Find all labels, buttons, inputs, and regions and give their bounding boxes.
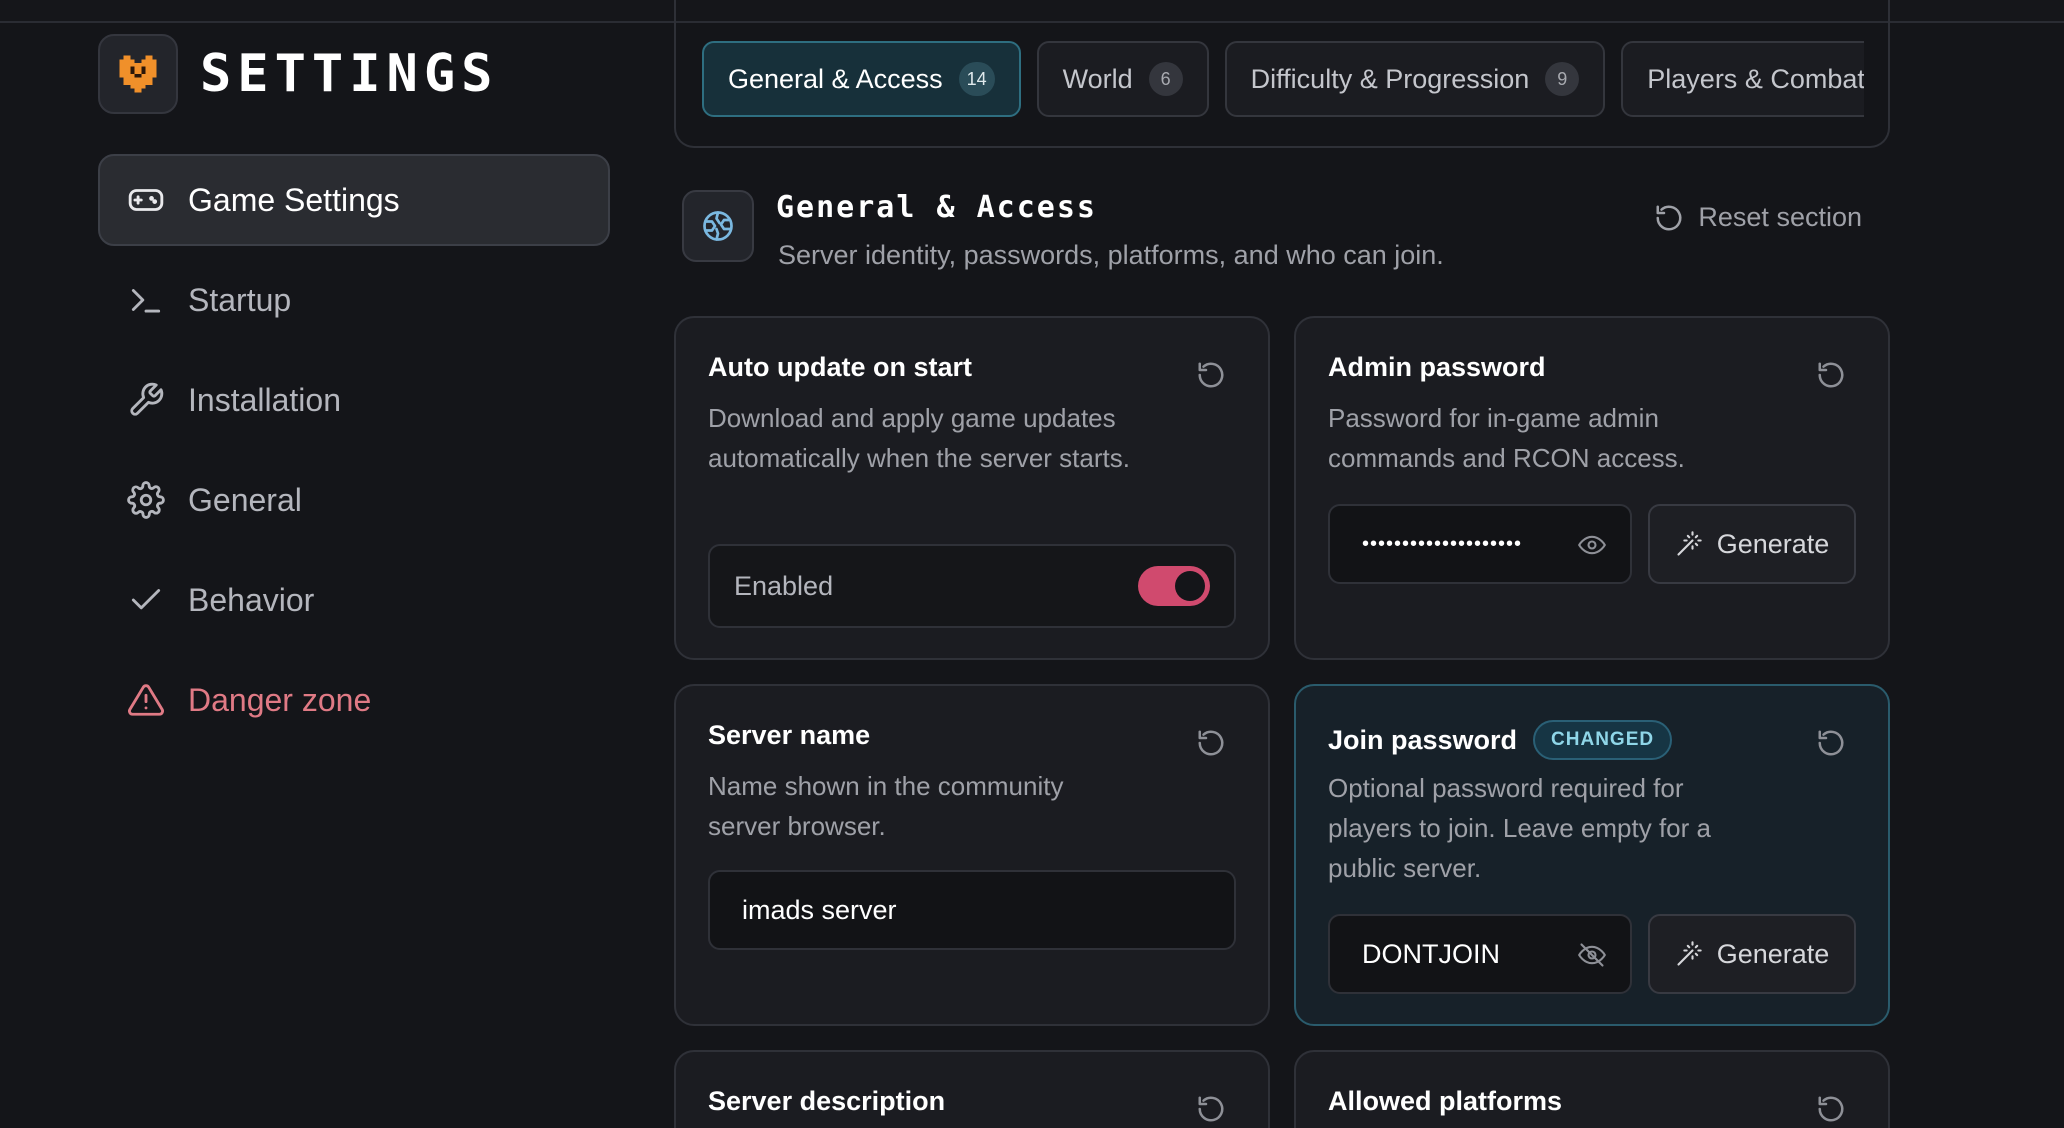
admin-password-card: Admin password Password for in-game admi… [1294, 316, 1890, 660]
sidebar-item-game-settings[interactable]: Game Settings [98, 154, 610, 246]
reset-icon[interactable] [1196, 360, 1226, 390]
tab-bar: General & Access 14 World 6 Difficulty &… [674, 0, 1890, 148]
wrench-icon [126, 380, 166, 420]
card-description: Name shown in the community server brows… [708, 771, 1064, 841]
sidebar-item-danger-zone[interactable]: Danger zone [98, 654, 610, 746]
magic-wand-icon [1677, 531, 1702, 556]
tab-label: Players & Combat [1647, 63, 1864, 94]
card-title: Server name [708, 720, 871, 750]
reset-section-label: Reset section [1698, 202, 1862, 232]
magic-wand-icon [1677, 941, 1702, 966]
reset-icon[interactable] [1816, 728, 1846, 758]
auto-update-card: Auto update on start Download and apply … [674, 316, 1270, 660]
page-title: SETTINGS [200, 44, 499, 104]
toggle-label: Enabled [734, 570, 834, 601]
card-title: Auto update on start [708, 352, 972, 382]
globe-icon [682, 190, 754, 262]
sidebar-item-label: Game Settings [188, 181, 400, 218]
sidebar-item-label: Startup [188, 281, 292, 318]
reset-icon[interactable] [1816, 360, 1846, 390]
card-title: Server description [708, 1086, 946, 1116]
password-value: •••••••••••••••••••• [1362, 532, 1523, 555]
card-description: Password for in-game admin commands and … [1328, 403, 1685, 473]
brand: SETTINGS [98, 34, 498, 114]
sidebar-item-general[interactable]: General [98, 454, 610, 546]
server-name-card: Server name Name shown in the community … [674, 684, 1270, 1026]
check-icon [126, 580, 166, 620]
warning-icon [126, 680, 166, 720]
card-title: Admin password [1328, 352, 1546, 382]
tab-difficulty-progression[interactable]: Difficulty & Progression 9 [1224, 41, 1606, 117]
eye-off-icon[interactable] [1578, 941, 1606, 969]
eye-icon[interactable] [1578, 531, 1606, 559]
terminal-icon [126, 280, 166, 320]
card-title: Allowed platforms [1328, 1086, 1563, 1116]
password-value: DONTJOIN [1362, 938, 1500, 969]
tab-label: Difficulty & Progression [1250, 63, 1530, 94]
tab-world[interactable]: World 6 [1036, 41, 1209, 117]
join-password-field[interactable]: DONTJOIN [1328, 914, 1632, 994]
tab-label: General & Access [728, 63, 943, 94]
sidebar-item-label: Danger zone [188, 681, 372, 718]
admin-password-field[interactable]: •••••••••••••••••••• [1328, 504, 1632, 584]
gear-icon [126, 480, 166, 520]
tab-count-badge: 9 [1545, 62, 1580, 96]
allowed-platforms-card: Allowed platforms [1294, 1050, 1890, 1128]
sidebar-item-label: Behavior [188, 581, 315, 618]
server-name-input[interactable]: imads server [708, 870, 1236, 950]
section-subtitle: Server identity, passwords, platforms, a… [778, 240, 1444, 270]
section-title: General & Access [776, 190, 1097, 225]
reset-icon[interactable] [1196, 728, 1226, 758]
card-title-row: Join password CHANGED [1328, 720, 1673, 760]
tab-label: World [1062, 63, 1133, 94]
heart-shield-icon [98, 34, 178, 114]
changed-badge: CHANGED [1533, 720, 1673, 760]
tab-players-combat[interactable]: Players & Combat [1621, 41, 1864, 117]
generate-label: Generate [1716, 938, 1830, 969]
generate-admin-password-button[interactable]: Generate [1648, 504, 1856, 584]
reset-icon[interactable] [1196, 1094, 1226, 1124]
generate-label: Generate [1716, 528, 1830, 559]
auto-update-toggle-row[interactable]: Enabled [708, 544, 1236, 628]
sidebar-nav: Game Settings Startup Installation Gener… [98, 154, 610, 754]
auto-update-switch[interactable] [1138, 566, 1210, 606]
generate-join-password-button[interactable]: Generate [1648, 914, 1856, 994]
sidebar-item-label: General [188, 481, 302, 518]
card-description: Optional password required for players t… [1328, 773, 1711, 883]
join-password-card: Join password CHANGED Optional password … [1294, 684, 1890, 1026]
sidebar-item-installation[interactable]: Installation [98, 354, 610, 446]
reset-section-button[interactable]: Reset section [1654, 202, 1862, 233]
sidebar-item-behavior[interactable]: Behavior [98, 554, 610, 646]
sidebar-item-startup[interactable]: Startup [98, 254, 610, 346]
reset-icon [1656, 205, 1682, 230]
card-title: Join password [1328, 724, 1518, 755]
reset-icon[interactable] [1816, 1094, 1846, 1124]
tab-general-access[interactable]: General & Access 14 [702, 41, 1021, 117]
tab-count-badge: 14 [958, 62, 995, 96]
card-description: Download and apply game updates automati… [708, 403, 1130, 473]
gamepad-icon [126, 180, 166, 220]
sidebar-item-label: Installation [188, 381, 341, 418]
server-description-card: Server description [674, 1050, 1270, 1128]
tab-count-badge: 6 [1148, 62, 1183, 96]
